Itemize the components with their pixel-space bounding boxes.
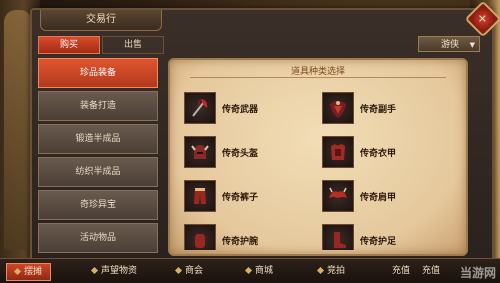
bottom-tab-label: 充值 xyxy=(392,266,411,276)
item-type-label: 传奇衣甲 xyxy=(360,148,397,159)
bottom-tab-label: 竞拍 xyxy=(327,266,346,276)
item-type-label: 传奇武器 xyxy=(222,104,259,115)
shoulder-icon xyxy=(322,180,354,212)
class-dropdown[interactable]: 游侠 ▼ xyxy=(418,36,480,52)
item-type-entry[interactable]: 传奇肩甲 xyxy=(322,180,396,212)
item-type-entry[interactable]: 传奇武器 xyxy=(184,92,258,124)
item-type-entry[interactable]: 传奇护足 xyxy=(322,224,396,250)
diamond-icon xyxy=(13,267,22,276)
diamond-icon xyxy=(316,266,325,275)
bottom-tab-auction[interactable]: 竞拍 xyxy=(316,263,346,279)
class-dropdown-value: 游侠 xyxy=(441,40,460,50)
tab-buy[interactable]: 购买 xyxy=(38,36,100,54)
bottom-tab-stall[interactable]: 摆摊 xyxy=(6,263,52,281)
item-type-label: 传奇护腕 xyxy=(222,236,259,247)
item-type-entry[interactable]: 传奇副手 xyxy=(322,92,396,124)
item-type-entry[interactable]: 传奇裤子 xyxy=(184,180,258,212)
bottom-tab-mall[interactable]: 商城 xyxy=(244,263,274,279)
panel-title: 道具种类选择 xyxy=(290,67,345,77)
bottom-tab-recharge[interactable]: 充值 xyxy=(392,263,410,279)
bottom-tab-label: 商城 xyxy=(255,266,274,276)
site-watermark: 当游网 xyxy=(459,266,496,280)
trade-window: 交易行 ✕ 购买 出售 游侠 ▼ 珍品装备 装备打造 锻造半成品 纺织半成品 奇… xyxy=(30,0,500,262)
category-item[interactable]: 奇珍异宝 xyxy=(38,190,158,220)
bottom-tab-guild[interactable]: 商会 xyxy=(174,263,204,279)
item-type-grid: 传奇武器 传奇副手 传奇头盔 传奇衣甲 传奇裤子 传奇肩甲 传奇护腕 传奇护足 xyxy=(182,84,454,250)
bottom-tab-reputation[interactable]: 声望物资 xyxy=(90,263,138,279)
item-type-entry[interactable]: 传奇护腕 xyxy=(184,224,258,250)
tab-sell[interactable]: 出售 xyxy=(102,36,164,54)
divider xyxy=(190,77,446,78)
trade-tabs: 购买 出售 xyxy=(38,36,164,54)
item-type-entry[interactable]: 传奇头盔 xyxy=(184,136,258,168)
bottom-tab-label: 商会 xyxy=(185,266,204,276)
bottom-nav: 摆摊 声望物资 商会 商城 竞拍 充值 充值 当游网 xyxy=(0,258,500,283)
item-type-label: 传奇头盔 xyxy=(222,148,259,159)
shield-icon xyxy=(322,92,354,124)
category-list: 珍品装备 装备打造 锻造半成品 纺织半成品 奇珍异宝 活动物品 xyxy=(38,58,158,256)
bottom-tab-label: 声望物资 xyxy=(101,266,138,276)
item-type-label: 传奇副手 xyxy=(360,104,397,115)
diamond-icon xyxy=(90,266,99,275)
chevron-down-icon: ▼ xyxy=(469,41,475,49)
bottom-tab-label: 摆摊 xyxy=(24,267,43,277)
close-icon: ✕ xyxy=(478,12,488,26)
statue-decoration xyxy=(4,10,32,250)
bottom-tab-label: 充值 xyxy=(422,266,441,276)
item-type-entry[interactable]: 传奇衣甲 xyxy=(322,136,396,168)
diamond-icon xyxy=(174,266,183,275)
item-type-label: 传奇肩甲 xyxy=(360,192,397,203)
helmet-icon xyxy=(184,136,216,168)
item-type-label: 传奇裤子 xyxy=(222,192,259,203)
diamond-icon xyxy=(244,266,253,275)
armor-icon xyxy=(322,136,354,168)
item-type-label: 传奇护足 xyxy=(360,236,397,247)
axe-icon xyxy=(184,92,216,124)
bracer-icon xyxy=(184,224,216,250)
category-item[interactable]: 装备打造 xyxy=(38,91,158,121)
category-item[interactable]: 珍品装备 xyxy=(38,58,158,88)
window-title: 交易行 xyxy=(40,10,162,31)
category-item[interactable]: 纺织半成品 xyxy=(38,157,158,187)
category-item[interactable]: 锻造半成品 xyxy=(38,124,158,154)
boots-icon xyxy=(322,224,354,250)
category-item[interactable]: 活动物品 xyxy=(38,223,158,253)
bottom-tab-recharge-2[interactable]: 充值 xyxy=(422,263,440,279)
item-type-panel: 道具种类选择 传奇武器 传奇副手 传奇头盔 传奇衣甲 传奇裤子 传奇肩甲 传奇护… xyxy=(168,58,468,256)
pants-icon xyxy=(184,180,216,212)
